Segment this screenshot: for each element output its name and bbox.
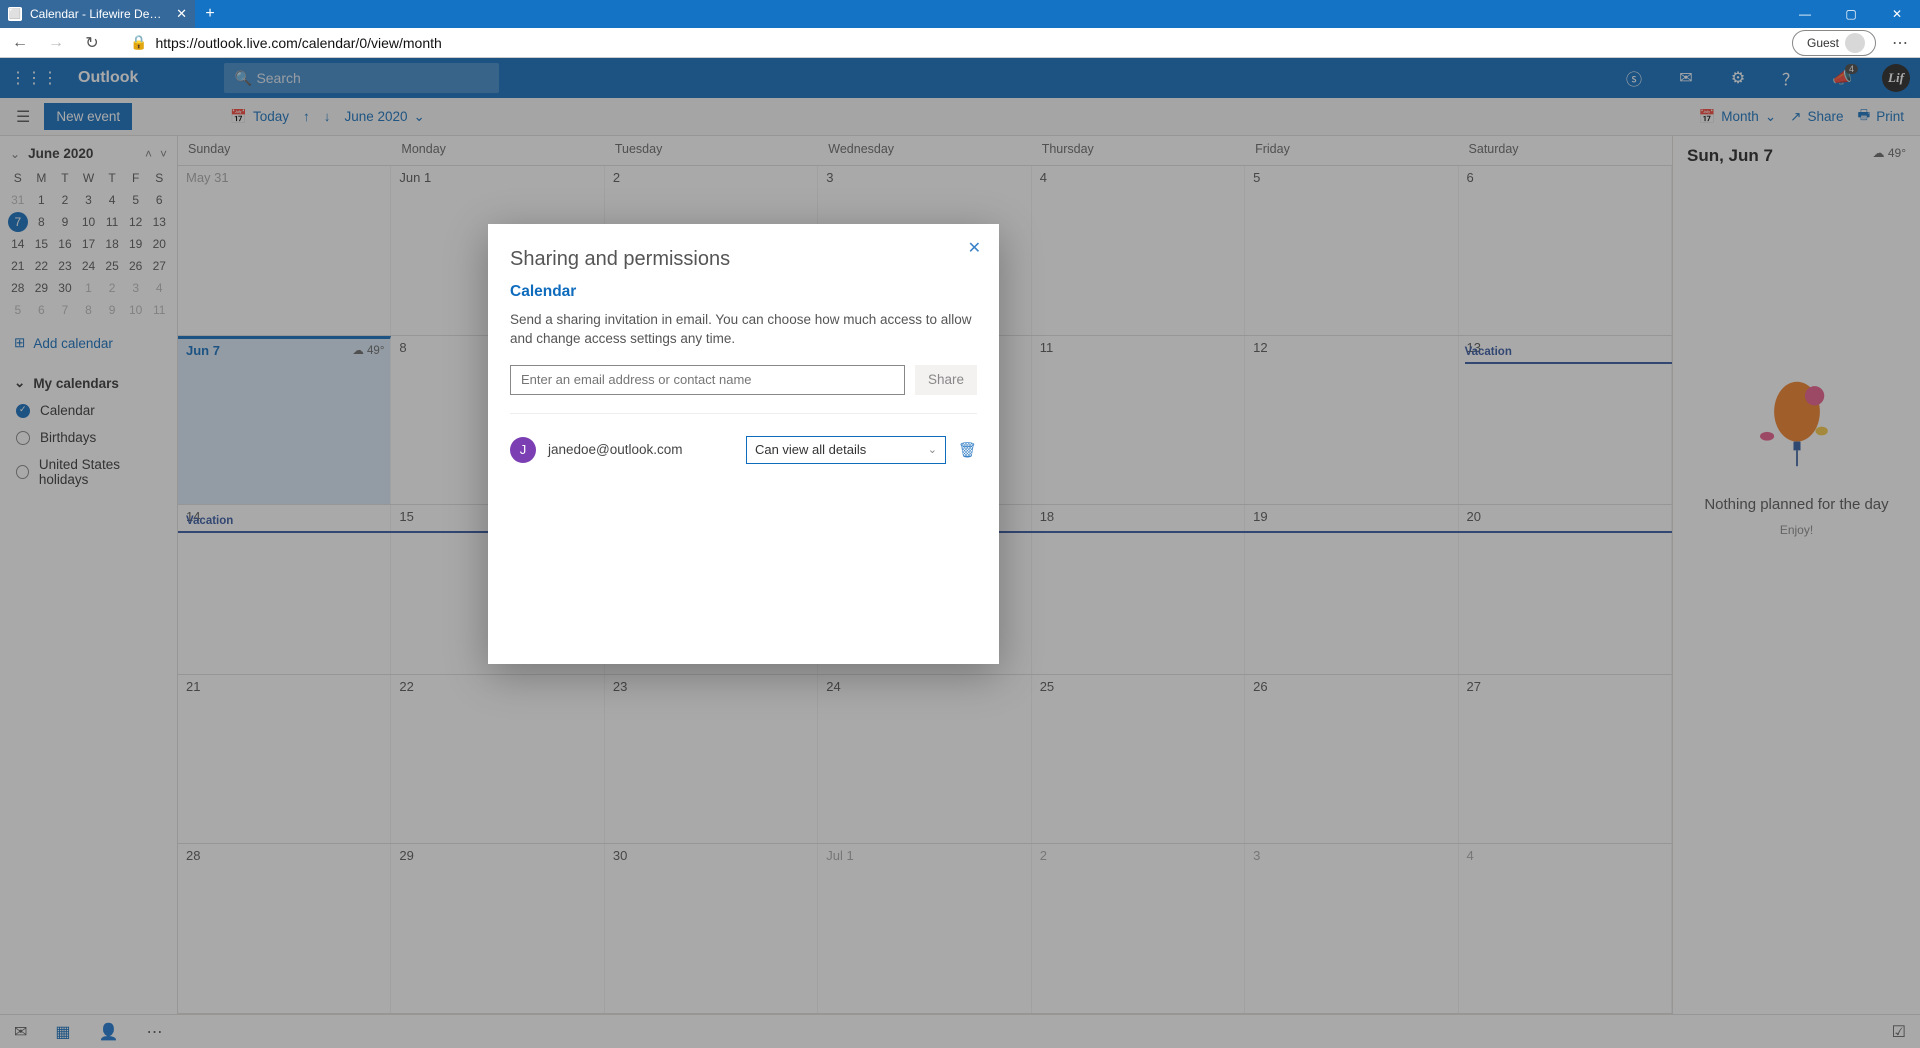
window-controls: — ▢ ✕ [1782,0,1920,28]
dialog-description: Send a sharing invitation in email. You … [510,311,977,349]
share-email-input[interactable] [510,365,905,395]
tab-title: Calendar - Lifewire Demo - Outl… [30,7,168,21]
lock-icon: 🔒 [130,34,147,51]
refresh-button[interactable]: ↻ [80,33,104,53]
chevron-down-icon: ⌄ [928,443,937,456]
window-maximize-icon[interactable]: ▢ [1828,0,1874,28]
window-close-icon[interactable]: ✕ [1874,0,1920,28]
browser-tab[interactable]: ⬜ Calendar - Lifewire Demo - Outl… ✕ [0,0,195,28]
tab-favicon: ⬜ [8,7,22,21]
back-button[interactable]: ← [8,34,32,52]
new-tab-button[interactable]: + [195,0,225,28]
dialog-close-icon[interactable]: ✕ [968,238,981,258]
url-field[interactable]: 🔒 https://outlook.live.com/calendar/0/vi… [116,34,1780,51]
tab-close-icon[interactable]: ✕ [176,6,187,22]
person-avatar: J [510,437,536,463]
window-minimize-icon[interactable]: — [1782,0,1828,28]
address-bar: ← → ↻ 🔒 https://outlook.live.com/calenda… [0,28,1920,58]
profile-label: Guest [1807,36,1839,50]
forward-button[interactable]: → [44,34,68,52]
permission-select[interactable]: Can view all details ⌄ [746,436,946,464]
profile-button[interactable]: Guest [1792,30,1876,56]
remove-person-icon[interactable]: 🗑 [958,441,977,459]
person-email: janedoe@outlook.com [548,442,734,457]
shared-person-row: J janedoe@outlook.com Can view all detai… [510,436,977,464]
url-text: https://outlook.live.com/calendar/0/view… [155,35,441,51]
calendar-name-link[interactable]: Calendar [510,283,977,301]
share-submit-button[interactable]: Share [915,365,977,395]
sharing-permissions-dialog: ✕ Sharing and permissions Calendar Send … [488,224,999,664]
profile-avatar-icon [1845,33,1865,53]
dialog-title: Sharing and permissions [510,248,977,271]
browser-titlebar: ⬜ Calendar - Lifewire Demo - Outl… ✕ + —… [0,0,1920,28]
more-menu-icon[interactable]: ⋯ [1888,33,1912,53]
